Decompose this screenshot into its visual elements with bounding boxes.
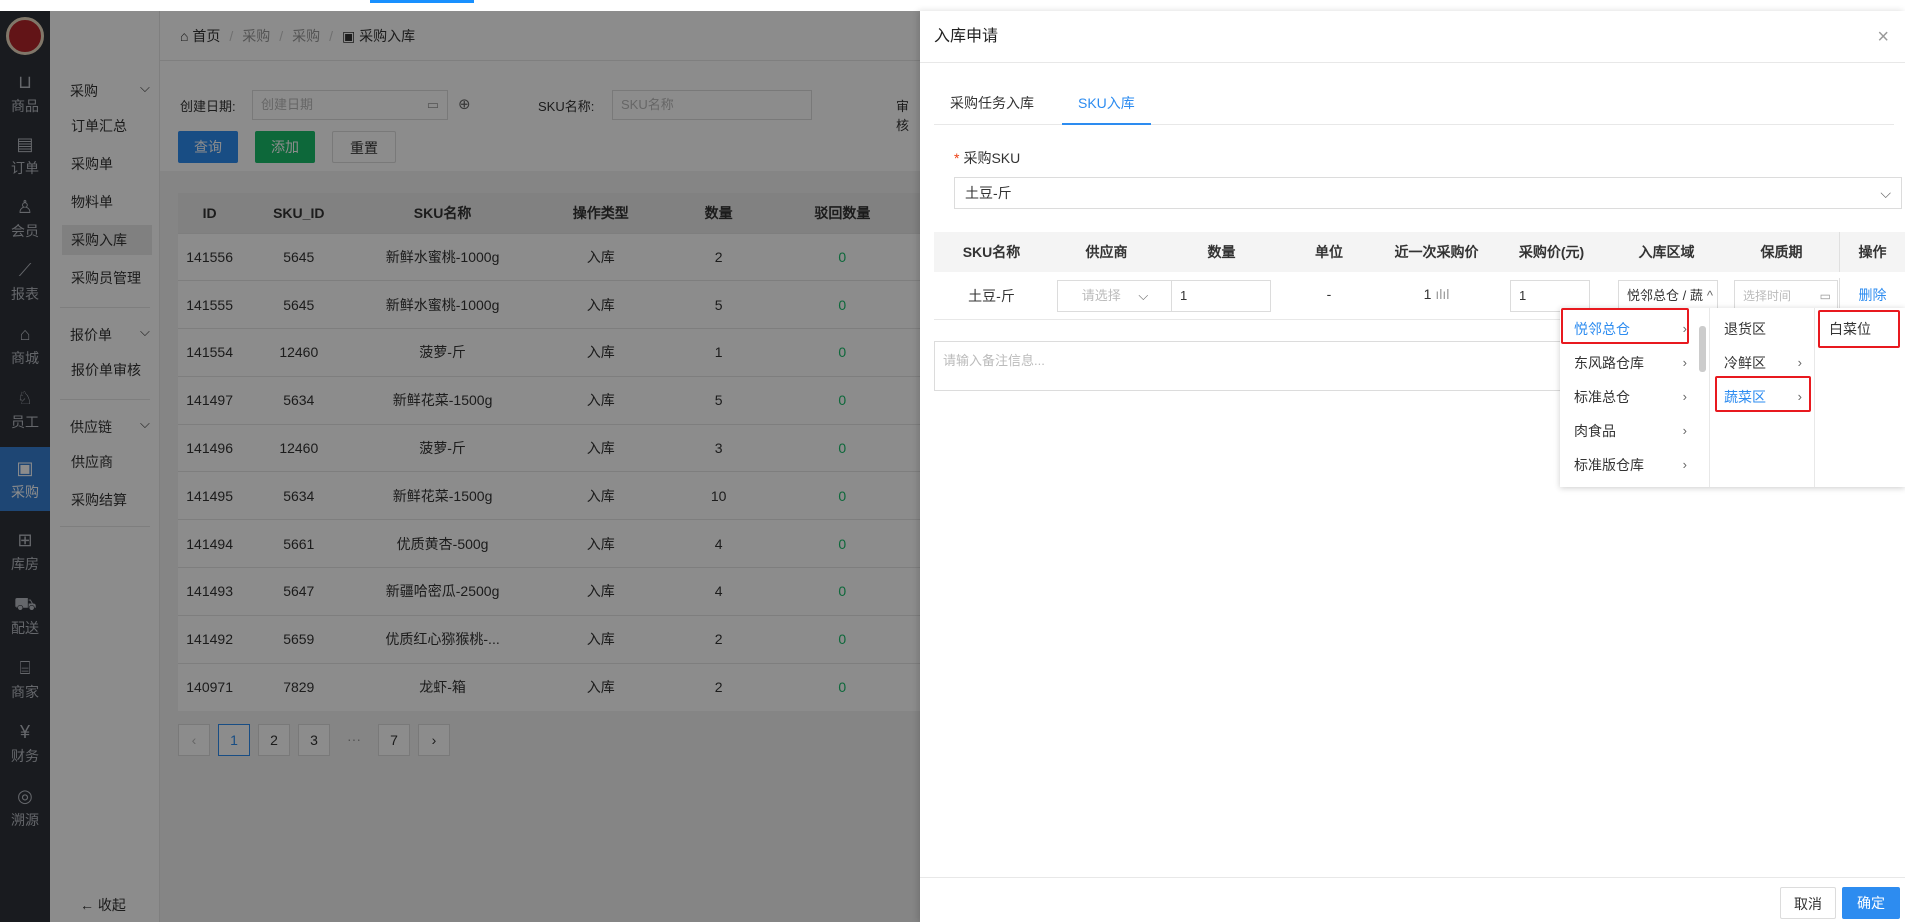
purchase-sku-label: * 采购SKU bbox=[954, 150, 1021, 166]
cascader-option-standard[interactable]: 标准总仓 › bbox=[1560, 380, 1695, 414]
chevron-down-icon: ⌵ bbox=[1880, 185, 1891, 201]
close-icon[interactable]: × bbox=[1877, 11, 1889, 63]
chevron-right-icon: › bbox=[1682, 389, 1687, 404]
cascader-scrollbar[interactable] bbox=[1697, 312, 1707, 482]
highlight-box bbox=[1715, 376, 1811, 412]
row-last-price: 1 ılıl bbox=[1423, 286, 1450, 302]
chevron-down-icon: ⌵ bbox=[1138, 288, 1149, 303]
chevron-right-icon: › bbox=[1682, 457, 1687, 472]
drawer-tabs: 采购任务入库 SKU入库 bbox=[934, 83, 1894, 125]
col-unit: 单位 bbox=[1315, 244, 1343, 260]
supplier-select[interactable]: 请选择 ⌵ bbox=[1057, 280, 1173, 312]
col-sku-name: SKU名称 bbox=[962, 244, 1021, 260]
remark-textarea[interactable]: 请输入备注信息... bbox=[934, 341, 1584, 391]
drawer-footer: 取消 确定 bbox=[920, 877, 1905, 922]
chevron-up-icon: ^ bbox=[1706, 281, 1713, 311]
chevron-right-icon: › bbox=[1682, 423, 1687, 438]
purchase-sku-select[interactable]: 土豆-斤 ⌵ bbox=[954, 177, 1902, 209]
cascader-option-dongfenglu[interactable]: 东风路仓库 › bbox=[1560, 346, 1695, 380]
col-expiry: 保质期 bbox=[1760, 244, 1803, 260]
row-sku-name: 土豆-斤 bbox=[968, 288, 1015, 304]
chevron-right-icon: › bbox=[1797, 355, 1802, 370]
chevron-right-icon: › bbox=[1682, 355, 1687, 370]
modal-mask[interactable] bbox=[0, 11, 920, 922]
active-tab-indicator bbox=[370, 0, 474, 3]
cascader-option-cold-zone[interactable]: 冷鲜区 › bbox=[1710, 346, 1810, 380]
calendar-icon: ▭ bbox=[1819, 289, 1831, 303]
tab-sku-inbound[interactable]: SKU入库 bbox=[1062, 83, 1151, 125]
sku-table-header: SKU名称 供应商 数量 单位 近一次采购价 采购价(元) 入库区域 保质期 操… bbox=[934, 232, 1905, 272]
required-mark: * bbox=[954, 150, 960, 166]
scrollbar-thumb[interactable] bbox=[1699, 326, 1706, 372]
highlight-box bbox=[1818, 310, 1900, 348]
col-last-price: 近一次采购价 bbox=[1394, 244, 1479, 260]
cancel-button[interactable]: 取消 bbox=[1780, 887, 1836, 919]
col-area: 入库区域 bbox=[1638, 244, 1695, 260]
col-price: 采购价(元) bbox=[1518, 244, 1585, 260]
confirm-button[interactable]: 确定 bbox=[1842, 887, 1900, 919]
cascader-option-return-zone[interactable]: 退货区 bbox=[1710, 312, 1810, 346]
col-action: 操作 bbox=[1839, 232, 1905, 272]
tab-purchase-task-inbound[interactable]: 采购任务入库 bbox=[934, 83, 1050, 125]
quantity-input[interactable]: 1 bbox=[1171, 280, 1271, 312]
drawer-title: 入库申请 bbox=[934, 28, 999, 45]
highlight-box bbox=[1561, 308, 1689, 344]
col-quantity: 数量 bbox=[1207, 244, 1236, 260]
top-strip bbox=[0, 0, 1905, 11]
delete-link[interactable]: 删除 bbox=[1839, 278, 1905, 312]
cascader-option-standard-warehouse[interactable]: 标准版仓库 › bbox=[1560, 448, 1695, 482]
bar-chart-icon[interactable]: ılıl bbox=[1435, 286, 1449, 302]
cascader-option-meat[interactable]: 肉食品 › bbox=[1560, 414, 1695, 448]
col-supplier: 供应商 bbox=[1085, 244, 1128, 260]
row-unit: - bbox=[1326, 286, 1332, 302]
area-cascader-dropdown: 悦邻总仓 › 东风路仓库 › 标准总仓 › 肉食品 › 标准版仓库 › 退货区 冷鲜区 › … bbox=[1560, 308, 1905, 487]
drawer-header: 入库申请 × bbox=[920, 11, 1905, 63]
